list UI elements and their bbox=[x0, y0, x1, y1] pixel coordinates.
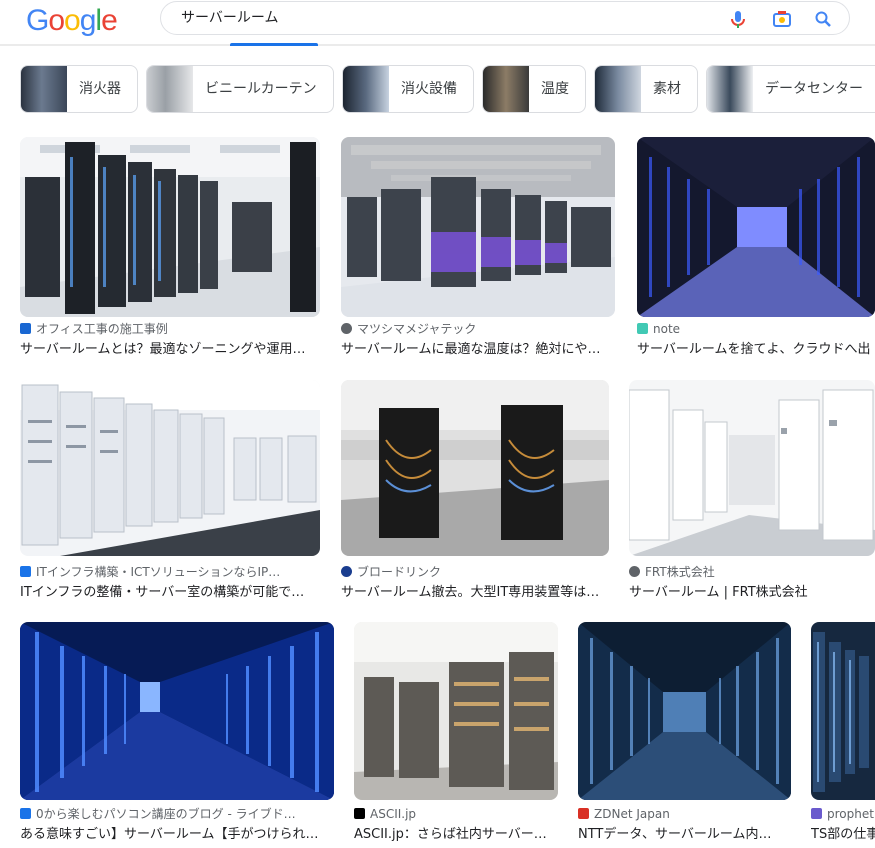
result-image[interactable] bbox=[637, 137, 875, 317]
chip-thumbnail bbox=[21, 66, 67, 112]
chip-material[interactable]: 素材 bbox=[594, 65, 698, 113]
chip-temperature[interactable]: 温度 bbox=[482, 65, 586, 113]
image-result[interactable]: オフィス工事の施工事例 サーバールームとは？最適なゾーニングや運用… bbox=[20, 137, 320, 362]
result-title[interactable]: サーバールーム撤去。大型IT専用装置等は… bbox=[341, 584, 609, 602]
image-result[interactable]: ITインフラ構築・ICTソリューションならIP… ITインフラの整備・サーバー室… bbox=[20, 380, 320, 605]
chip-label: ビニールカーテン bbox=[205, 81, 317, 97]
header: Google サーバールーム bbox=[0, 0, 875, 46]
result-title[interactable]: サーバールームに最適な温度は？絶対にや… bbox=[341, 341, 615, 359]
logo-letter: o bbox=[64, 4, 81, 37]
chip-label: データセンター bbox=[765, 81, 863, 97]
result-image[interactable] bbox=[341, 137, 615, 317]
image-result[interactable]: note サーバールームを捨てよ、クラウドへ出 bbox=[637, 137, 875, 362]
result-source[interactable]: prophet bbox=[811, 806, 875, 822]
favicon-icon bbox=[629, 566, 640, 577]
chip-label: 消火設備 bbox=[401, 81, 457, 97]
source-name: ブロードリンク bbox=[357, 565, 442, 579]
chip-label: 温度 bbox=[541, 81, 569, 97]
result-source[interactable]: FRT株式会社 bbox=[629, 564, 875, 580]
google-logo[interactable]: Google bbox=[26, 3, 118, 39]
chip-thumbnail bbox=[147, 66, 193, 112]
search-input[interactable]: サーバールーム bbox=[181, 8, 278, 28]
result-source[interactable]: note bbox=[637, 321, 875, 337]
logo-letter: g bbox=[79, 4, 97, 37]
microphone-icon[interactable] bbox=[727, 8, 749, 30]
source-name: ASCII.jp bbox=[370, 807, 417, 821]
result-source[interactable]: ASCII.jp bbox=[354, 806, 558, 822]
image-result[interactable]: ZDNet Japan NTTデータ、サーバールーム内… bbox=[578, 622, 791, 848]
favicon-icon bbox=[20, 566, 31, 577]
result-title[interactable]: サーバールームとは？最適なゾーニングや運用… bbox=[20, 341, 320, 359]
favicon-icon bbox=[341, 323, 352, 334]
result-image[interactable] bbox=[20, 137, 320, 317]
source-name: 0から楽しむパソコン講座のブログ - ライブド… bbox=[36, 807, 296, 821]
result-title[interactable]: ASCII.jp：さらば社内サーバー… bbox=[354, 826, 558, 844]
result-source[interactable]: 0から楽しむパソコン講座のブログ - ライブド… bbox=[20, 806, 334, 822]
result-title[interactable]: サーバールームを捨てよ、クラウドへ出 bbox=[637, 341, 875, 359]
image-result[interactable]: ASCII.jp ASCII.jp：さらば社内サーバー… bbox=[354, 622, 558, 848]
image-result[interactable]: FRT株式会社 サーバールーム | FRT株式会社 bbox=[629, 380, 875, 605]
source-name: マツシマメジャテック bbox=[357, 322, 477, 336]
result-image[interactable] bbox=[354, 622, 558, 800]
chip-thumbnail bbox=[707, 66, 753, 112]
result-source[interactable]: マツシマメジャテック bbox=[341, 321, 615, 337]
source-name: FRT株式会社 bbox=[645, 565, 715, 579]
result-image[interactable] bbox=[578, 622, 791, 800]
chip-thumbnail bbox=[343, 66, 389, 112]
result-image[interactable] bbox=[811, 622, 875, 800]
favicon-icon bbox=[341, 566, 352, 577]
result-image[interactable] bbox=[341, 380, 609, 556]
image-result[interactable]: prophet TS部の仕事 bbox=[811, 622, 875, 848]
chip-thumbnail bbox=[483, 66, 529, 112]
tab-bar-divider bbox=[0, 44, 875, 46]
camera-icon[interactable] bbox=[771, 8, 793, 30]
result-title[interactable]: TS部の仕事 bbox=[811, 826, 875, 844]
favicon-icon bbox=[578, 808, 589, 819]
chip-label: 素材 bbox=[653, 81, 681, 97]
active-tab-indicator bbox=[230, 43, 318, 46]
favicon-icon bbox=[20, 323, 31, 334]
logo-letter: o bbox=[48, 4, 65, 37]
result-image[interactable] bbox=[20, 622, 334, 800]
image-result[interactable]: ブロードリンク サーバールーム撤去。大型IT専用装置等は… bbox=[341, 380, 609, 605]
chip-fire-equipment[interactable]: 消火設備 bbox=[342, 65, 474, 113]
favicon-icon bbox=[637, 323, 648, 334]
chip-data-center[interactable]: データセンター bbox=[706, 65, 875, 113]
logo-letter: G bbox=[26, 4, 49, 37]
source-name: ZDNet Japan bbox=[594, 807, 670, 821]
search-box[interactable]: サーバールーム bbox=[160, 1, 850, 35]
result-source[interactable]: ブロードリンク bbox=[341, 564, 609, 580]
result-title[interactable]: ある意味すごい】サーバールーム【手がつけられ… bbox=[20, 826, 334, 844]
favicon-icon bbox=[811, 808, 822, 819]
favicon-icon bbox=[354, 808, 365, 819]
image-result[interactable]: 0から楽しむパソコン講座のブログ - ライブド… ある意味すごい】サーバールーム… bbox=[20, 622, 334, 848]
chip-vinyl-curtain[interactable]: ビニールカーテン bbox=[146, 65, 334, 113]
search-icon[interactable] bbox=[812, 8, 834, 30]
source-name: prophet bbox=[827, 807, 874, 821]
source-name: ITインフラ構築・ICTソリューションならIP… bbox=[36, 565, 281, 579]
result-title[interactable]: NTTデータ、サーバールーム内… bbox=[578, 826, 791, 844]
result-title[interactable]: サーバールーム | FRT株式会社 bbox=[629, 584, 875, 602]
chip-fire-extinguisher[interactable]: 消火器 bbox=[20, 65, 138, 113]
result-image[interactable] bbox=[629, 380, 875, 556]
favicon-icon bbox=[20, 808, 31, 819]
result-source[interactable]: オフィス工事の施工事例 bbox=[20, 321, 320, 337]
source-name: オフィス工事の施工事例 bbox=[36, 322, 168, 336]
logo-letter: e bbox=[101, 4, 118, 37]
result-source[interactable]: ZDNet Japan bbox=[578, 806, 791, 822]
result-source[interactable]: ITインフラ構築・ICTソリューションならIP… bbox=[20, 564, 320, 580]
image-result[interactable]: マツシマメジャテック サーバールームに最適な温度は？絶対にや… bbox=[341, 137, 615, 362]
result-image[interactable] bbox=[20, 380, 320, 556]
result-title[interactable]: ITインフラの整備・サーバー室の構築が可能で… bbox=[20, 584, 320, 602]
source-name: note bbox=[653, 322, 681, 336]
chip-label: 消火器 bbox=[79, 81, 121, 97]
chip-thumbnail bbox=[595, 66, 641, 112]
